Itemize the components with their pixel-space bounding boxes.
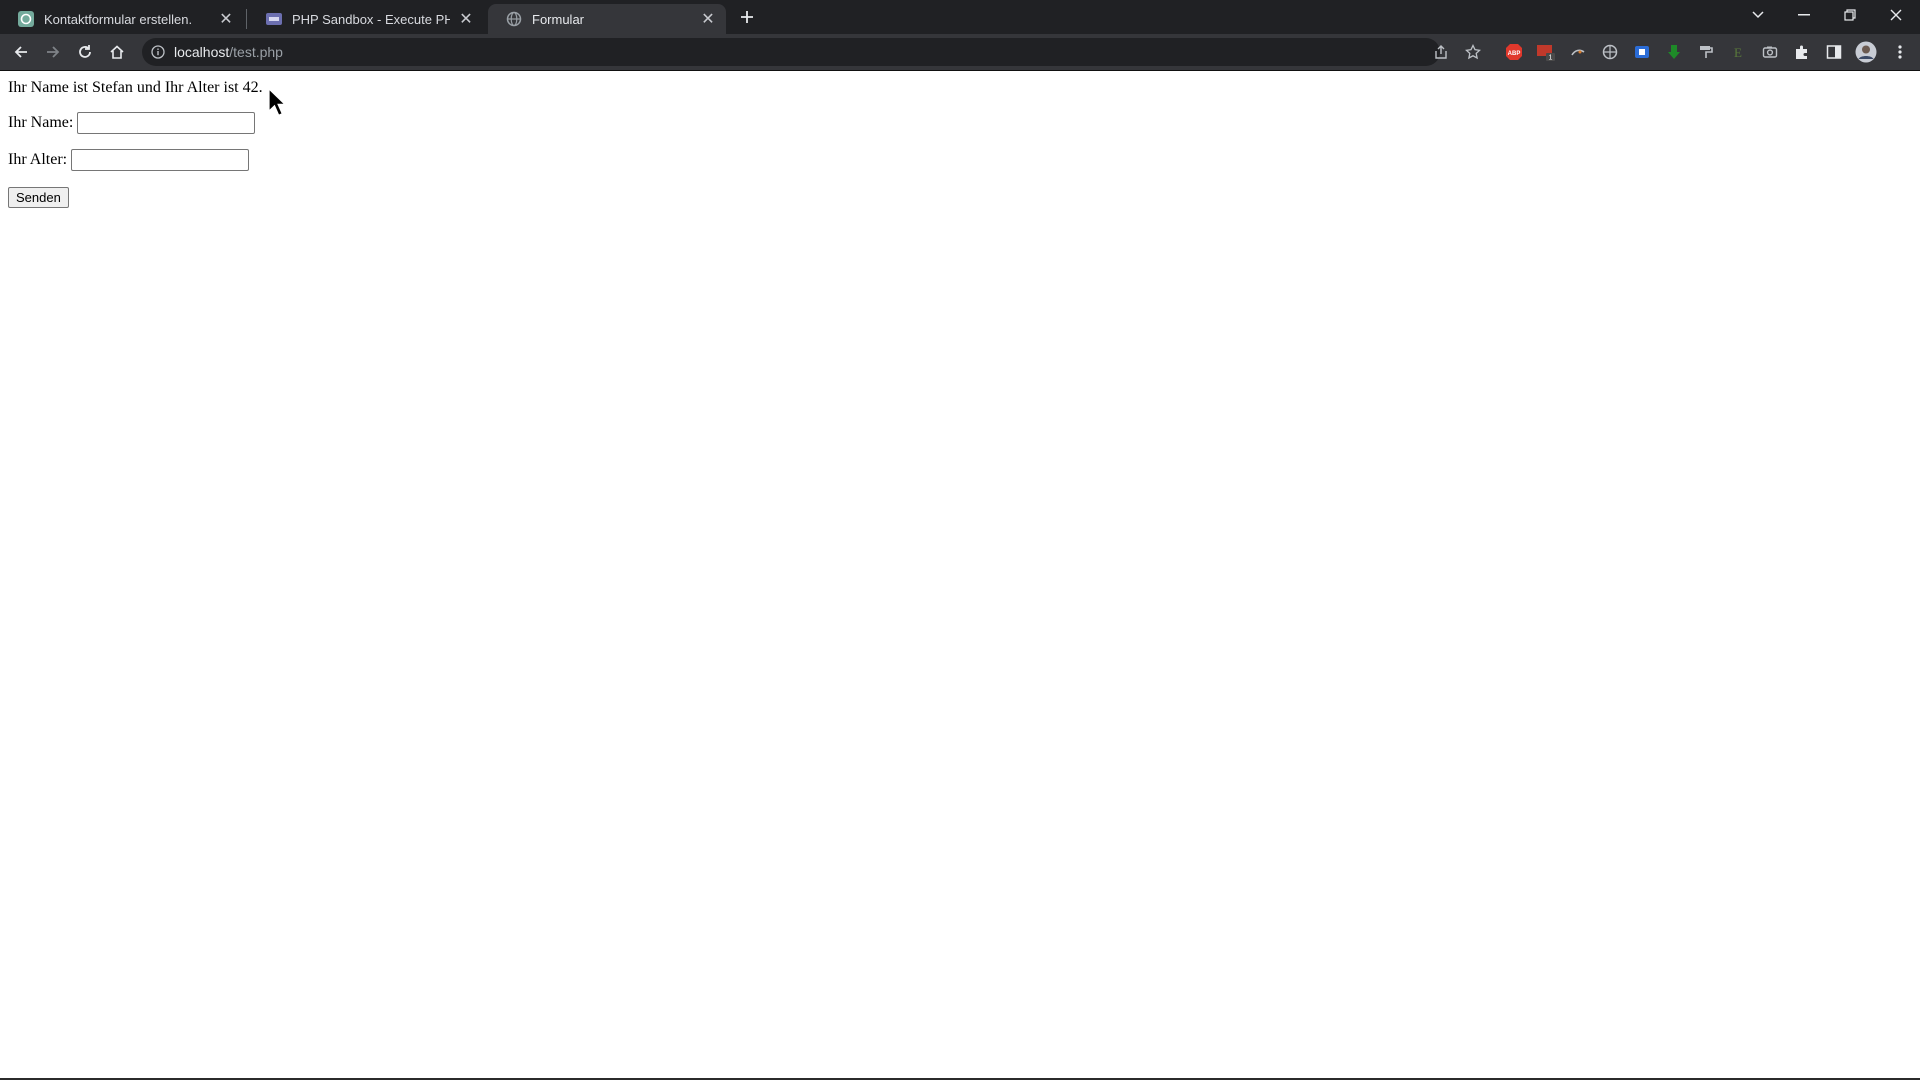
tab-strip: Kontaktformular erstellen. ✕ PHP Sandbox… <box>0 0 1920 34</box>
mouse-cursor-icon <box>268 87 288 118</box>
url-host: localhost <box>174 44 230 60</box>
age-row: Ihr Alter: <box>8 149 250 171</box>
page-content: Ihr Name ist Stefan und Ihr Alter ist 42… <box>0 71 1920 1080</box>
submit-button[interactable]: Senden <box>8 187 69 208</box>
dark-reader-icon[interactable] <box>1566 40 1590 64</box>
close-icon[interactable]: ✕ <box>700 11 716 28</box>
tab-formular[interactable]: Formular ✕ <box>488 4 726 34</box>
new-tab-plus-icon[interactable] <box>736 6 758 28</box>
forward-arrow-icon[interactable] <box>38 37 68 67</box>
php-icon <box>266 11 282 27</box>
globe-icon <box>506 11 522 27</box>
tab-search-chevron-icon[interactable] <box>1736 0 1780 30</box>
age-label: Ihr Alter: <box>8 151 68 168</box>
url-path: /test.php <box>229 44 283 60</box>
kebab-menu-icon[interactable] <box>1888 40 1912 64</box>
address-bar[interactable]: localhost/test.php <box>142 38 1440 66</box>
avatar[interactable] <box>1854 40 1878 64</box>
name-row: Ihr Name: <box>8 112 256 134</box>
back-arrow-icon[interactable] <box>6 37 36 67</box>
tab-title: Kontaktformular erstellen. <box>44 11 193 27</box>
puzzle-icon[interactable] <box>1790 40 1814 64</box>
minimize-icon[interactable] <box>1782 0 1826 30</box>
vpn-globe-icon[interactable] <box>1598 40 1622 64</box>
close-window-icon[interactable] <box>1874 0 1918 30</box>
tab-php-sandbox[interactable]: PHP Sandbox - Execute PHP cod ✕ <box>248 4 484 34</box>
abp-icon[interactable]: ABP <box>1502 40 1526 64</box>
blue-extension-icon[interactable] <box>1630 40 1654 64</box>
tab-divider <box>246 9 247 29</box>
browser-toolbar: localhost/test.php ABP 1 E <box>0 34 1920 70</box>
restore-icon[interactable] <box>1828 0 1872 30</box>
close-icon[interactable]: ✕ <box>458 11 474 28</box>
svg-text:ABP: ABP <box>1508 51 1521 57</box>
name-label: Ihr Name: <box>8 114 74 131</box>
tab-title: PHP Sandbox - Execute PHP cod <box>292 11 450 27</box>
info-icon[interactable] <box>150 44 166 60</box>
evernote-icon[interactable]: E <box>1726 40 1750 64</box>
share-icon[interactable] <box>1429 40 1453 64</box>
tab-title: Formular <box>532 11 585 27</box>
url-text[interactable]: localhost/test.php <box>174 44 283 60</box>
reload-icon[interactable] <box>70 37 100 67</box>
counter-extension-icon[interactable]: 1 <box>1534 40 1558 64</box>
svg-text:1: 1 <box>1549 55 1553 62</box>
close-icon[interactable]: ✕ <box>218 11 234 28</box>
name-input[interactable] <box>77 112 256 134</box>
svg-text:E: E <box>1734 45 1742 60</box>
download-arrow-icon[interactable] <box>1662 40 1686 64</box>
paint-roller-icon[interactable] <box>1694 40 1718 64</box>
result-message: Ihr Name ist Stefan und Ihr Alter ist 42… <box>8 79 263 96</box>
home-icon[interactable] <box>102 37 132 67</box>
camera-icon[interactable] <box>1758 40 1782 64</box>
age-input[interactable] <box>71 149 250 171</box>
side-panel-icon[interactable] <box>1822 40 1846 64</box>
openai-icon <box>18 11 34 27</box>
bookmark-star-icon[interactable] <box>1461 40 1485 64</box>
tab-kontaktformular[interactable]: Kontaktformular erstellen. ✕ <box>0 4 244 34</box>
